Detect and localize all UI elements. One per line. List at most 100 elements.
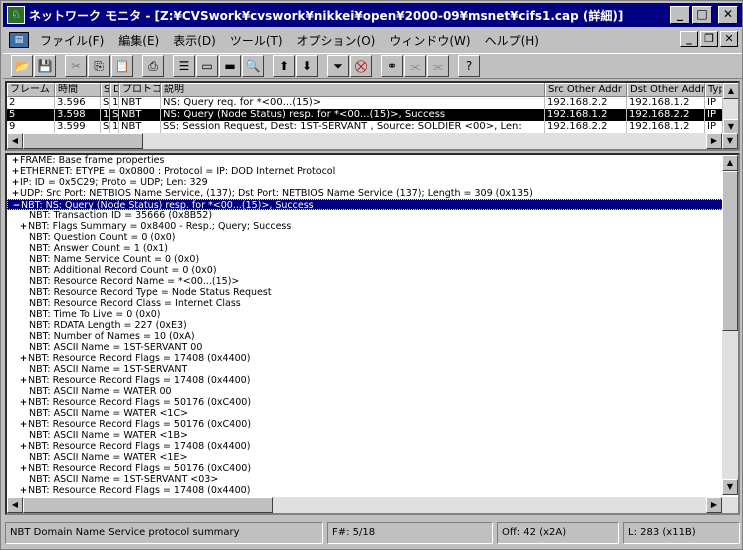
col-d[interactable]: D xyxy=(110,83,119,97)
maximize-button[interactable]: □ xyxy=(692,6,712,24)
mdi-minimize-button[interactable]: _ xyxy=(680,31,698,47)
expand-icon[interactable]: + xyxy=(19,487,28,496)
expand-icon[interactable]: + xyxy=(11,179,20,188)
window-3-icon[interactable]: ▬ xyxy=(219,55,241,77)
detail-line[interactable]: NBT: Resource Record Type = Node Status … xyxy=(7,287,738,298)
detail-line[interactable]: +NBT: Resource Record Flags = 17408 (0x4… xyxy=(7,441,738,452)
detail-line[interactable]: +NBT: Resource Record Flags = 50176 (0xC… xyxy=(7,463,738,474)
find-next-icon[interactable]: ⫘ xyxy=(427,55,449,77)
scroll-thumb[interactable] xyxy=(23,133,143,149)
detail-line[interactable]: +NBT: Resource Record Flags = 17408 (0x4… xyxy=(7,485,738,496)
arrow-down-icon[interactable]: ⬇ xyxy=(296,55,318,77)
mdi-restore-button[interactable]: ❐ xyxy=(700,31,718,47)
display-filter-icon[interactable]: ⛒ xyxy=(350,55,372,77)
scroll-corner-down-icon[interactable]: ▼ xyxy=(722,133,738,149)
scroll-left-icon[interactable]: ◀ xyxy=(7,497,23,513)
binoculars-icon[interactable]: ⚭ xyxy=(381,55,403,77)
detail-line[interactable]: +NBT: Resource Record Flags = 50176 (0xC… xyxy=(7,397,738,408)
scroll-thumb[interactable] xyxy=(722,171,738,331)
scroll-up-icon[interactable]: ▲ xyxy=(723,83,738,99)
expand-icon[interactable]: + xyxy=(11,157,20,166)
table-row[interactable]: 2 3.596 S 1 NBT NS: Query req. for *<00.… xyxy=(7,97,738,109)
save-icon[interactable]: 💾 xyxy=(34,55,56,77)
menu-file[interactable]: ファイル(F) xyxy=(33,32,111,49)
detail-line[interactable]: +UDP: Src Port: NETBIOS Name Service, (1… xyxy=(7,188,738,199)
col-dst-addr[interactable]: Dst Other Addr xyxy=(627,83,705,97)
detail-line[interactable]: NBT: RDATA Length = 227 (0xE3) xyxy=(7,320,738,331)
detail-line[interactable]: +NBT: Resource Record Flags = 50176 (0xC… xyxy=(7,419,738,430)
scroll-up-icon[interactable]: ▲ xyxy=(722,155,738,171)
menu-window[interactable]: ウィンドウ(W) xyxy=(382,32,477,49)
open-icon[interactable]: 📂 xyxy=(11,55,33,77)
expand-icon[interactable]: + xyxy=(11,190,20,199)
scroll-right-icon[interactable]: ▶ xyxy=(706,133,722,149)
expand-icon[interactable]: + xyxy=(19,465,28,474)
find-prev-icon[interactable]: ⫘ xyxy=(404,55,426,77)
detail-line[interactable]: NBT: ASCII Name = WATER 00 xyxy=(7,386,738,397)
detail-line[interactable]: NBT: Question Count = 0 (0x0) xyxy=(7,232,738,243)
detail-line[interactable]: NBT: ASCII Name = 1ST-SERVANT 00 xyxy=(7,342,738,353)
expand-icon[interactable]: + xyxy=(19,399,28,408)
scroll-thumb[interactable] xyxy=(23,497,273,513)
cut-icon[interactable]: ✂ xyxy=(65,55,87,77)
expand-icon[interactable]: + xyxy=(19,421,28,430)
detail-line[interactable]: NBT: Resource Record Class = Internet Cl… xyxy=(7,298,738,309)
col-src-addr[interactable]: Src Other Addr xyxy=(545,83,627,97)
expand-icon[interactable]: + xyxy=(19,443,28,452)
menu-options[interactable]: オプション(O) xyxy=(290,32,383,49)
find-icon[interactable]: 🔍 xyxy=(242,55,264,77)
detail-line[interactable]: NBT: Resource Record Name = *<00...(15)> xyxy=(7,276,738,287)
collapse-icon[interactable]: − xyxy=(12,202,21,211)
document-icon[interactable]: ▤ xyxy=(9,32,29,48)
copy-icon[interactable]: ⎘ xyxy=(88,55,110,77)
col-frame[interactable]: フレーム xyxy=(7,83,55,97)
mdi-close-button[interactable]: ✕ xyxy=(720,31,738,47)
expand-icon[interactable]: + xyxy=(19,223,28,232)
menu-help[interactable]: ヘルプ(H) xyxy=(478,32,546,49)
detail-line[interactable]: +IP: ID = 0x5C29; Proto = UDP; Len: 329 xyxy=(7,177,738,188)
filter-icon[interactable]: ⏷ xyxy=(327,55,349,77)
paste-icon[interactable]: 📋 xyxy=(111,55,133,77)
expand-icon[interactable]: + xyxy=(19,355,28,364)
minimize-button[interactable]: _ xyxy=(670,6,690,24)
expand-icon[interactable]: + xyxy=(19,377,28,386)
detail-line-selected[interactable]: −NBT: NS: Query (Node Status) resp. for … xyxy=(7,199,738,211)
menu-view[interactable]: 表示(D) xyxy=(166,32,223,49)
detail-line[interactable]: NBT: Name Service Count = 0 (0x0) xyxy=(7,254,738,265)
app-icon[interactable]: ♘ xyxy=(7,6,25,24)
help-icon[interactable]: ? xyxy=(458,55,480,77)
detail-line[interactable]: NBT: Number of Names = 10 (0xA) xyxy=(7,331,738,342)
detail-line[interactable]: NBT: ASCII Name = 1ST-SERVANT xyxy=(7,364,738,375)
scroll-right-icon[interactable]: ▶ xyxy=(706,497,722,513)
col-protocol[interactable]: プロトコル xyxy=(119,83,161,97)
scroll-down-icon[interactable]: ▼ xyxy=(722,479,738,495)
close-button[interactable]: ✕ xyxy=(718,6,738,24)
expand-icon[interactable]: + xyxy=(11,168,20,177)
detail-line[interactable]: +NBT: Resource Record Flags = 17408 (0x4… xyxy=(7,353,738,364)
detail-line[interactable]: NBT: Additional Record Count = 0 (0x0) xyxy=(7,265,738,276)
scroll-left-icon[interactable]: ◀ xyxy=(7,133,23,149)
detail-line[interactable]: +ETHERNET: ETYPE = 0x0800 : Protocol = I… xyxy=(7,166,738,177)
detail-line[interactable]: NBT: Time To Live = 0 (0x0) xyxy=(7,309,738,320)
window-1-icon[interactable]: ☰ xyxy=(173,55,195,77)
detail-line[interactable]: NBT: ASCII Name = 1ST-SERVANT <03> xyxy=(7,474,738,485)
summary-vertical-scrollbar[interactable]: ▲ ▼ xyxy=(722,83,738,135)
detail-line[interactable]: +FRAME: Base frame properties xyxy=(7,155,738,166)
detail-horizontal-scrollbar[interactable]: ◀ ▶ xyxy=(7,497,738,513)
detail-line[interactable]: NBT: Transaction ID = 35666 (0x8B52) xyxy=(7,210,738,221)
col-s[interactable]: S xyxy=(101,83,110,97)
arrow-up-icon[interactable]: ⬆ xyxy=(273,55,295,77)
summary-horizontal-scrollbar[interactable]: ◀ ▶ xyxy=(7,133,722,149)
detail-line[interactable]: NBT: Answer Count = 1 (0x1) xyxy=(7,243,738,254)
table-row[interactable]: 9 3.599 S 1 NBT SS: Session Request, Des… xyxy=(7,121,738,133)
detail-line[interactable]: +NBT: Resource Record Flags = 17408 (0x4… xyxy=(7,375,738,386)
detail-line[interactable]: NBT: ASCII Name = WATER <1B> xyxy=(7,430,738,441)
detail-line[interactable]: NBT: ASCII Name = WATER <1E> xyxy=(7,452,738,463)
detail-vertical-scrollbar[interactable]: ▲ ▼ xyxy=(722,155,738,495)
print-icon[interactable]: ⎙ xyxy=(142,55,164,77)
menu-edit[interactable]: 編集(E) xyxy=(111,32,166,49)
detail-line[interactable]: +NBT: Flags Summary = 0x8400 - Resp.; Qu… xyxy=(7,221,738,232)
menu-tools[interactable]: ツール(T) xyxy=(223,32,290,49)
col-description[interactable]: 説明 xyxy=(161,83,545,97)
col-time[interactable]: 時間 xyxy=(55,83,101,97)
